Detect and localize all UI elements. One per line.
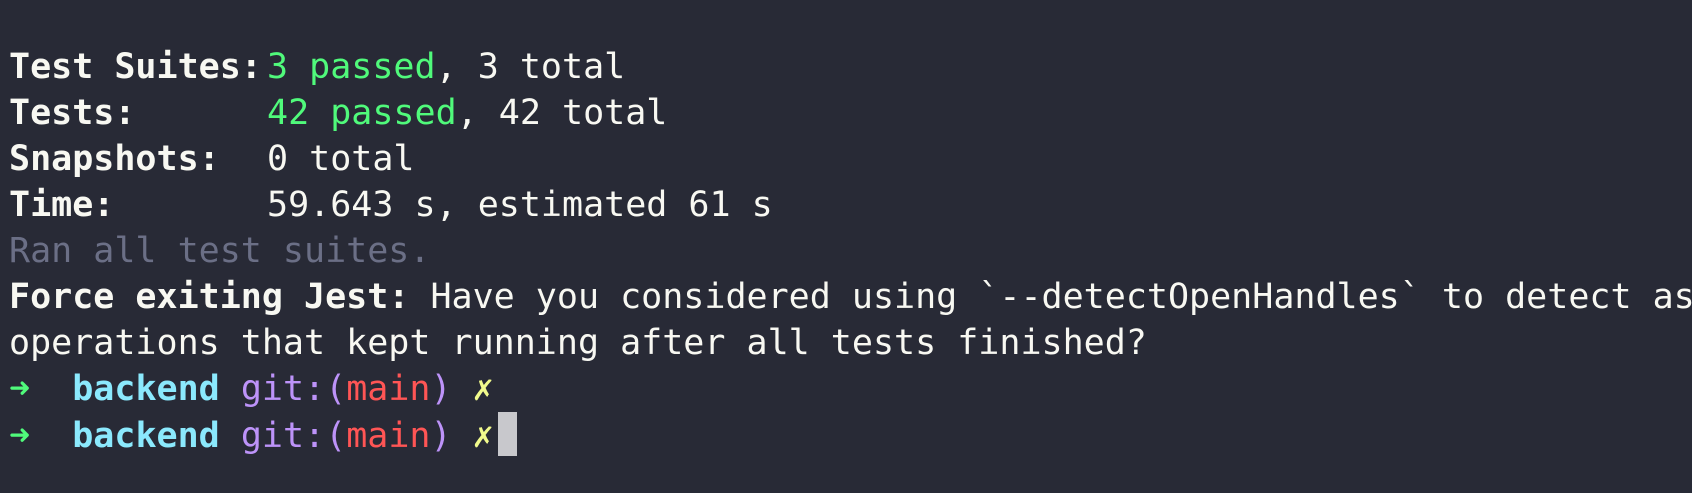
force-exit-label: Force exiting Jest: <box>9 277 410 317</box>
test-suites-label: Test Suites: <box>9 47 262 87</box>
tests-label: Tests: <box>9 93 136 133</box>
test-suites-total: , 3 total <box>435 47 626 87</box>
test-suites-passed: 3 passed <box>267 47 436 87</box>
git-suffix: ) <box>430 416 452 456</box>
tests-passed: 42 passed <box>267 93 457 133</box>
dirty-marker-icon: ✗ <box>472 416 494 456</box>
git-prefix: git:( <box>240 416 347 456</box>
prompt-directory: backend <box>72 369 220 409</box>
dirty-marker-icon: ✗ <box>472 369 494 409</box>
git-branch: main <box>346 416 431 456</box>
prompt-arrow-icon: ➜ <box>9 369 31 409</box>
test-suites-line: Test Suites: 3 passed, 3 total <box>9 44 1692 90</box>
git-prefix: git:( <box>240 369 347 409</box>
git-suffix: ) <box>430 369 452 409</box>
shell-prompt-2[interactable]: ➜ backend git:(main) ✗ <box>9 412 1692 458</box>
text-cursor[interactable] <box>497 412 517 456</box>
terminal-window[interactable]: Test Suites: 3 passed, 3 total Tests: 42 p… <box>0 0 1692 493</box>
time-value: 59.643 s, estimated 61 s <box>267 185 773 225</box>
git-branch: main <box>346 369 431 409</box>
force-exit-line-2: operations that kept running after all t… <box>9 323 1147 363</box>
snapshots-value: 0 total <box>267 139 415 179</box>
force-exit-line-1: Force exiting Jest: Have you considered … <box>9 274 1692 320</box>
tests-total: , 42 total <box>456 93 668 133</box>
shell-prompt-1: ➜ backend git:(main) ✗ <box>9 366 1692 412</box>
prompt-directory: backend <box>72 416 220 456</box>
time-label: Time: <box>9 185 115 225</box>
prompt-arrow-icon: ➜ <box>9 416 31 456</box>
snapshots-line: Snapshots: 0 total <box>9 136 1692 182</box>
ran-all-message: Ran all test suites. <box>9 231 431 271</box>
force-exit-message-1: Have you considered using `--detectOpenH… <box>409 277 1692 317</box>
snapshots-label: Snapshots: <box>9 139 220 179</box>
time-line: Time: 59.643 s, estimated 61 s <box>9 182 1692 228</box>
tests-line: Tests: 42 passed, 42 total <box>9 90 1692 136</box>
